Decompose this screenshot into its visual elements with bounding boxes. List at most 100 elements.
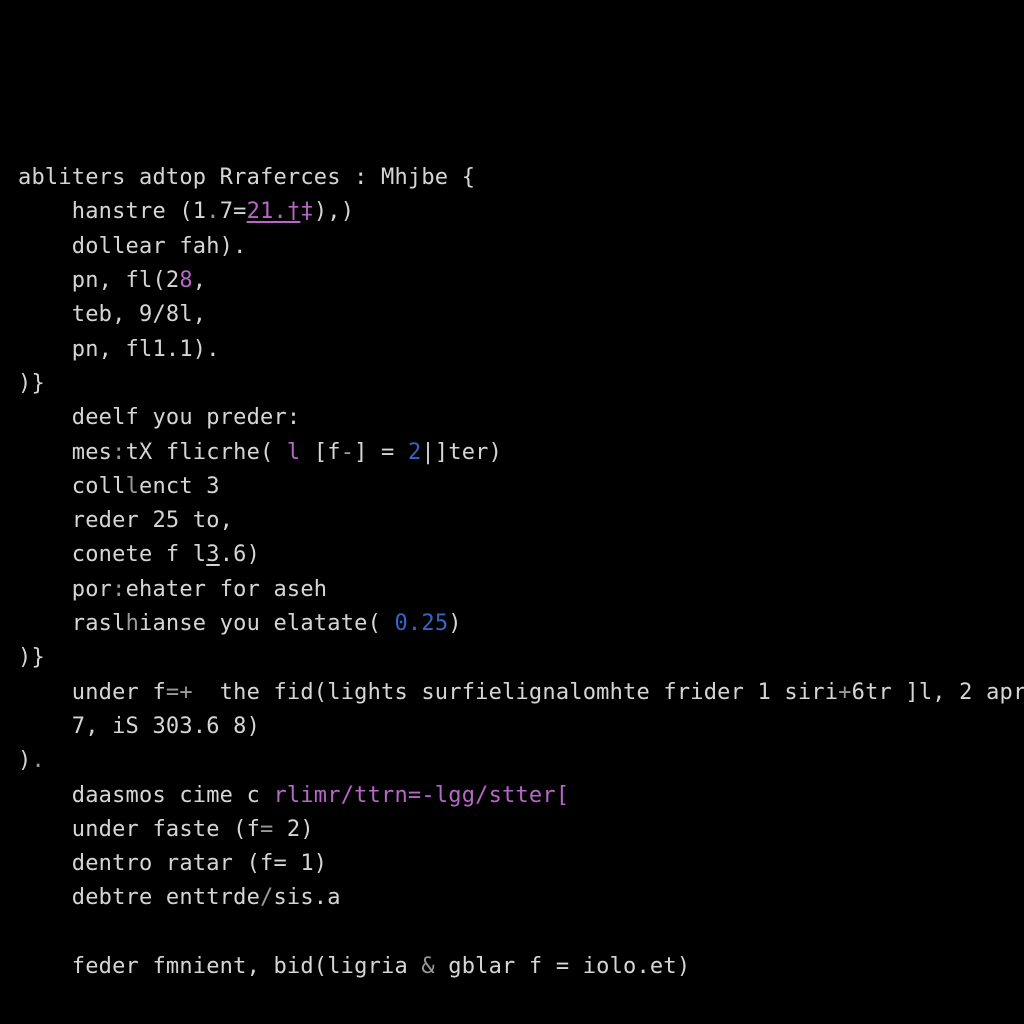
indent	[18, 268, 72, 293]
code-line[interactable]: ).	[18, 744, 1006, 778]
code-token: dollear fah).	[72, 234, 247, 259]
code-token: l	[287, 440, 300, 465]
code-token: 0.25	[394, 611, 448, 636]
code-token: feder fmnient, bid(ligria	[72, 954, 422, 979]
code-line[interactable]: dentro ratar (f= 1)	[18, 847, 1006, 881]
code-editor-viewport[interactable]: abliters adtop Rraferces : Mhjbe { hanst…	[18, 161, 1006, 1024]
code-token: ] =	[354, 440, 408, 465]
code-token: ),)	[314, 199, 354, 224]
code-token: debtre enttrde	[72, 885, 260, 910]
indent	[18, 337, 72, 362]
code-line[interactable]: pn, fl(28,	[18, 264, 1006, 298]
code-line[interactable]: )}	[18, 367, 1006, 401]
code-line[interactable]: under f=+ the fid(lights surfielignalomh…	[18, 676, 1006, 710]
code-token: 7, iS 303.6 8)	[72, 714, 260, 739]
code-token: under faste (f	[72, 817, 260, 842]
code-token: gblar f = iolo.et)	[435, 954, 690, 979]
code-token: :	[112, 440, 125, 465]
code-token: 3	[206, 542, 219, 567]
code-token: ehater for aseh	[126, 577, 328, 602]
indent	[18, 817, 72, 842]
code-token: pn, fl(2	[72, 268, 180, 293]
code-token: h	[126, 611, 139, 636]
code-token: conete f l	[72, 542, 206, 567]
code-line[interactable]: hanstre (1.7=21.†‡),)	[18, 195, 1006, 229]
indent	[18, 508, 72, 533]
code-line[interactable]: dollear fah).	[18, 230, 1006, 264]
code-token: sis.a	[273, 885, 340, 910]
code-token: 21.†	[247, 199, 301, 224]
indent	[18, 783, 72, 808]
code-token: teb, 9/8l,	[72, 302, 206, 327]
code-token: coll	[72, 474, 126, 499]
code-token: :	[112, 577, 125, 602]
code-token: dentro ratar (f= 1)	[72, 851, 327, 876]
code-token: -	[341, 440, 354, 465]
code-line[interactable]: under faste (f= 2)	[18, 813, 1006, 847]
indent	[18, 199, 72, 224]
code-token	[18, 988, 31, 1013]
indent	[18, 954, 72, 979]
indent	[18, 577, 72, 602]
code-token: +	[838, 680, 851, 705]
indent	[18, 611, 72, 636]
code-token: rlimr/ttrn=-lgg/stter[	[273, 783, 569, 808]
code-line[interactable]: por:ehater for aseh	[18, 573, 1006, 607]
indent	[18, 885, 72, 910]
code-line[interactable]: mes:tX flicrhe( l [f-] = 2|]ter)	[18, 436, 1006, 470]
indent	[18, 680, 72, 705]
code-token: .	[206, 199, 219, 224]
code-line[interactable]: colllenct 3	[18, 470, 1006, 504]
code-token: tX flicrhe(	[126, 440, 287, 465]
code-token: enct 3	[139, 474, 220, 499]
indent	[18, 234, 72, 259]
code-line[interactable]: )}	[18, 641, 1006, 675]
code-token: pn, fl1.1).	[72, 337, 220, 362]
code-token: |]ter)	[421, 440, 502, 465]
code-line[interactable]: raslhianse you elatate( 0.25)	[18, 607, 1006, 641]
code-token: )}	[18, 645, 45, 670]
code-token: hanstre (1	[72, 199, 206, 224]
code-token: 8	[179, 268, 192, 293]
indent	[18, 714, 72, 739]
code-token: 6tr ]l, 2 apr).	[852, 680, 1024, 705]
code-line[interactable]: abliters adtop Rraferces : Mhjbe {	[18, 161, 1006, 195]
code-token: abliters adtop Rraferces : Mhjbe {	[18, 165, 475, 190]
code-token: reder 25 to,	[72, 508, 233, 533]
code-token: =+	[166, 680, 193, 705]
code-token: por	[72, 577, 112, 602]
code-line[interactable]: reder 25 to,	[18, 504, 1006, 538]
code-line[interactable]: 7, iS 303.6 8)	[18, 710, 1006, 744]
code-token	[18, 920, 31, 945]
code-line[interactable]: feder fmnient, bid(ligria & gblar f = io…	[18, 950, 1006, 984]
code-line[interactable]: conete f l3.6)	[18, 538, 1006, 572]
indent	[18, 542, 72, 567]
code-token: [f	[300, 440, 340, 465]
code-token: deelf you preder:	[72, 405, 301, 430]
code-line[interactable]: under fmnient, sid(ligral ganters f = no…	[18, 1019, 1006, 1024]
code-line[interactable]: deelf you preder:	[18, 401, 1006, 435]
code-line[interactable]: daasmos cime c rlimr/ttrn=-lgg/stter[	[18, 779, 1006, 813]
code-token: ,	[193, 268, 206, 293]
code-token: daasmos cime c	[72, 783, 274, 808]
code-token: 2)	[273, 817, 313, 842]
code-line[interactable]: debtre enttrde/sis.a	[18, 881, 1006, 915]
indent	[18, 440, 72, 465]
code-token: the fid(lights surfielignalomhte frider …	[193, 680, 838, 705]
code-line[interactable]	[18, 984, 1006, 1018]
code-token: 2	[408, 440, 421, 465]
code-line[interactable]: teb, 9/8l,	[18, 298, 1006, 332]
indent	[18, 302, 72, 327]
code-token: 7=	[220, 199, 247, 224]
code-token: mes	[72, 440, 112, 465]
indent	[18, 474, 72, 499]
code-token: =	[260, 817, 273, 842]
code-token: &	[421, 954, 434, 979]
code-token: )}	[18, 371, 45, 396]
code-token: )	[448, 611, 461, 636]
code-token: rasl	[72, 611, 126, 636]
code-token: ‡	[300, 199, 313, 224]
indent	[18, 851, 72, 876]
code-line[interactable]	[18, 916, 1006, 950]
code-line[interactable]: pn, fl1.1).	[18, 333, 1006, 367]
